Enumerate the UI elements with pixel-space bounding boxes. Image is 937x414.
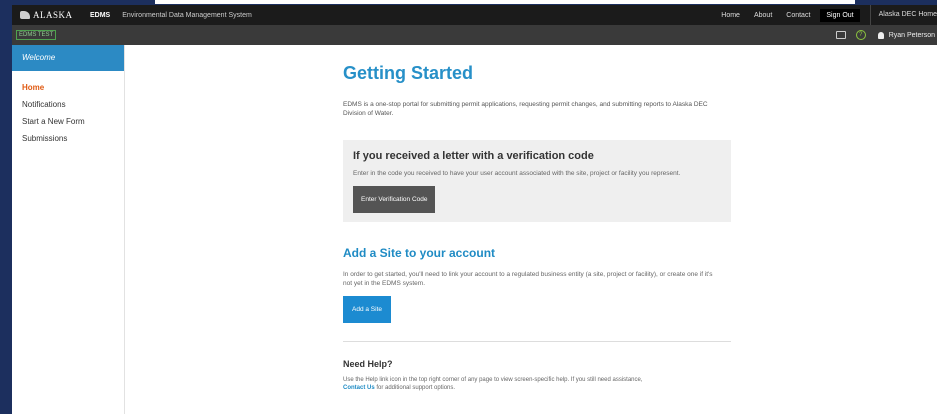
- alaska-state-icon: [20, 11, 30, 19]
- sidebar-item-notifications[interactable]: Notifications: [12, 96, 124, 113]
- main-content: Getting Started EDMS is a one-stop porta…: [343, 63, 731, 392]
- nav-contact-link[interactable]: Contact: [786, 12, 810, 19]
- alaska-dec-home-link[interactable]: Alaska DEC Home: [869, 5, 937, 25]
- add-site-title: Add a Site to your account: [343, 246, 496, 260]
- sidebar-item-submissions[interactable]: Submissions: [12, 130, 124, 147]
- logo-text: ALASKA: [33, 10, 73, 20]
- sidebar-item-start-new-form[interactable]: Start a New Form: [12, 113, 124, 130]
- sign-out-button[interactable]: Sign Out: [820, 8, 860, 22]
- help-text: Use the Help link icon in the top right …: [343, 376, 723, 392]
- sidebar: Welcome Home Notifications Start a New F…: [12, 45, 125, 414]
- system-name: Environmental Data Management System: [122, 11, 252, 19]
- sidebar-item-home[interactable]: Home: [12, 79, 124, 96]
- sidebar-welcome: Welcome: [12, 45, 124, 71]
- verification-title: If you received a letter with a verifica…: [353, 150, 594, 162]
- page-title: Getting Started: [343, 63, 474, 83]
- help-icon[interactable]: ?: [855, 30, 866, 40]
- user-icon: [877, 31, 884, 39]
- contact-us-link[interactable]: Contact Us: [343, 385, 375, 391]
- user-name[interactable]: Ryan Peterson: [889, 32, 935, 39]
- enter-verification-code-button[interactable]: Enter Verification Code: [353, 186, 436, 213]
- app-window: ALASKA EDMS Environmental Data Managemen…: [12, 5, 937, 414]
- alaska-logo[interactable]: ALASKA: [12, 10, 82, 20]
- brand-name: EDMS: [90, 11, 111, 19]
- add-site-button[interactable]: Add a Site: [343, 296, 391, 323]
- verification-panel: If you received a letter with a verifica…: [343, 140, 731, 222]
- top-header: ALASKA EDMS Environmental Data Managemen…: [12, 5, 937, 25]
- help-text-before: Use the Help link icon in the top right …: [343, 377, 643, 383]
- environment-badge: EDMS TEST: [16, 30, 57, 40]
- help-title: Need Help?: [343, 359, 393, 369]
- browser-strip: [155, 0, 855, 4]
- nav-home-link[interactable]: Home: [721, 12, 740, 19]
- sub-header: EDMS TEST ? Ryan Peterson: [12, 25, 937, 45]
- help-text-after: for additional support options.: [376, 385, 456, 391]
- add-site-text: In order to get started, you'll need to …: [343, 271, 713, 287]
- nav-about-link[interactable]: About: [754, 12, 772, 19]
- intro-text: EDMS is a one-stop portal for submitting…: [343, 101, 708, 117]
- verification-text: Enter in the code you received to have y…: [353, 170, 681, 177]
- section-divider: [343, 341, 731, 342]
- chat-icon[interactable]: [835, 31, 846, 39]
